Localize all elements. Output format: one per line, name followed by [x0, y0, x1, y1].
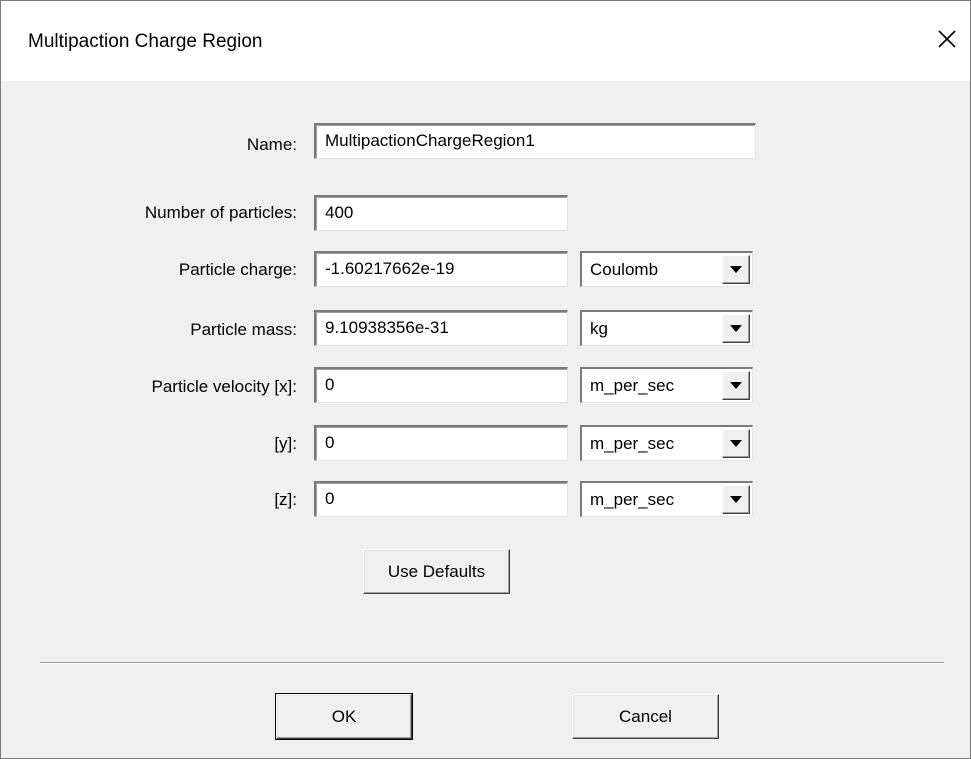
cancel-button[interactable]: Cancel — [572, 694, 719, 739]
title-bar: Multipaction Charge Region — [1, 1, 970, 81]
chevron-down-icon — [730, 440, 742, 447]
close-button[interactable] — [927, 19, 967, 59]
chevron-down-icon — [730, 382, 742, 389]
chevron-down-icon — [730, 325, 742, 332]
particle-velocity-y-label: [y]: — [274, 434, 297, 453]
number-of-particles-label: Number of particles: — [144, 203, 297, 222]
dropdown-arrow-button[interactable] — [722, 255, 750, 284]
particle-velocity-y-input[interactable]: 0 — [314, 425, 568, 461]
dropdown-arrow-button[interactable] — [722, 371, 750, 400]
particle-mass-unit-select[interactable]: kg — [580, 310, 753, 346]
dropdown-arrow-button[interactable] — [722, 485, 750, 514]
particle-velocity-z-unit-select[interactable]: m_per_sec — [580, 481, 753, 517]
particle-velocity-z-input[interactable]: 0 — [314, 481, 568, 517]
particle-velocity-x-label: Particle velocity [x]: — [151, 377, 298, 396]
close-icon — [938, 30, 956, 48]
dropdown-arrow-button[interactable] — [722, 314, 750, 343]
particle-velocity-x-unit-value: m_per_sec — [590, 376, 675, 395]
dropdown-arrow-button[interactable] — [722, 429, 750, 458]
particle-velocity-z-label: [z]: — [274, 490, 297, 509]
chevron-down-icon — [730, 496, 742, 503]
name-input[interactable]: MultipactionChargeRegion1 — [314, 123, 756, 159]
ok-button[interactable]: OK — [275, 693, 413, 740]
particle-velocity-x-input[interactable]: 0 — [314, 367, 568, 403]
particle-velocity-z-unit-value: m_per_sec — [590, 490, 675, 509]
particle-mass-input[interactable]: 9.10938356e-31 — [314, 310, 568, 346]
name-label: Name: — [246, 135, 297, 154]
number-of-particles-input[interactable]: 400 — [314, 195, 568, 231]
dialog-title: Multipaction Charge Region — [28, 31, 263, 52]
use-defaults-button[interactable]: Use Defaults — [363, 549, 510, 594]
particle-velocity-x-unit-select[interactable]: m_per_sec — [580, 367, 753, 403]
particle-charge-label: Particle charge: — [178, 260, 297, 279]
particle-mass-label: Particle mass: — [190, 320, 297, 339]
footer-separator — [40, 662, 944, 664]
particle-charge-unit-value: Coulomb — [590, 260, 659, 279]
chevron-down-icon — [730, 266, 742, 273]
particle-velocity-y-unit-select[interactable]: m_per_sec — [580, 425, 753, 461]
particle-charge-unit-select[interactable]: Coulomb — [580, 251, 753, 287]
particle-charge-input[interactable]: -1.60217662e-19 — [314, 251, 568, 287]
particle-mass-unit-value: kg — [590, 319, 608, 338]
multipaction-charge-region-dialog: Multipaction Charge Region Name: Multipa… — [0, 0, 971, 759]
particle-velocity-y-unit-value: m_per_sec — [590, 434, 675, 453]
